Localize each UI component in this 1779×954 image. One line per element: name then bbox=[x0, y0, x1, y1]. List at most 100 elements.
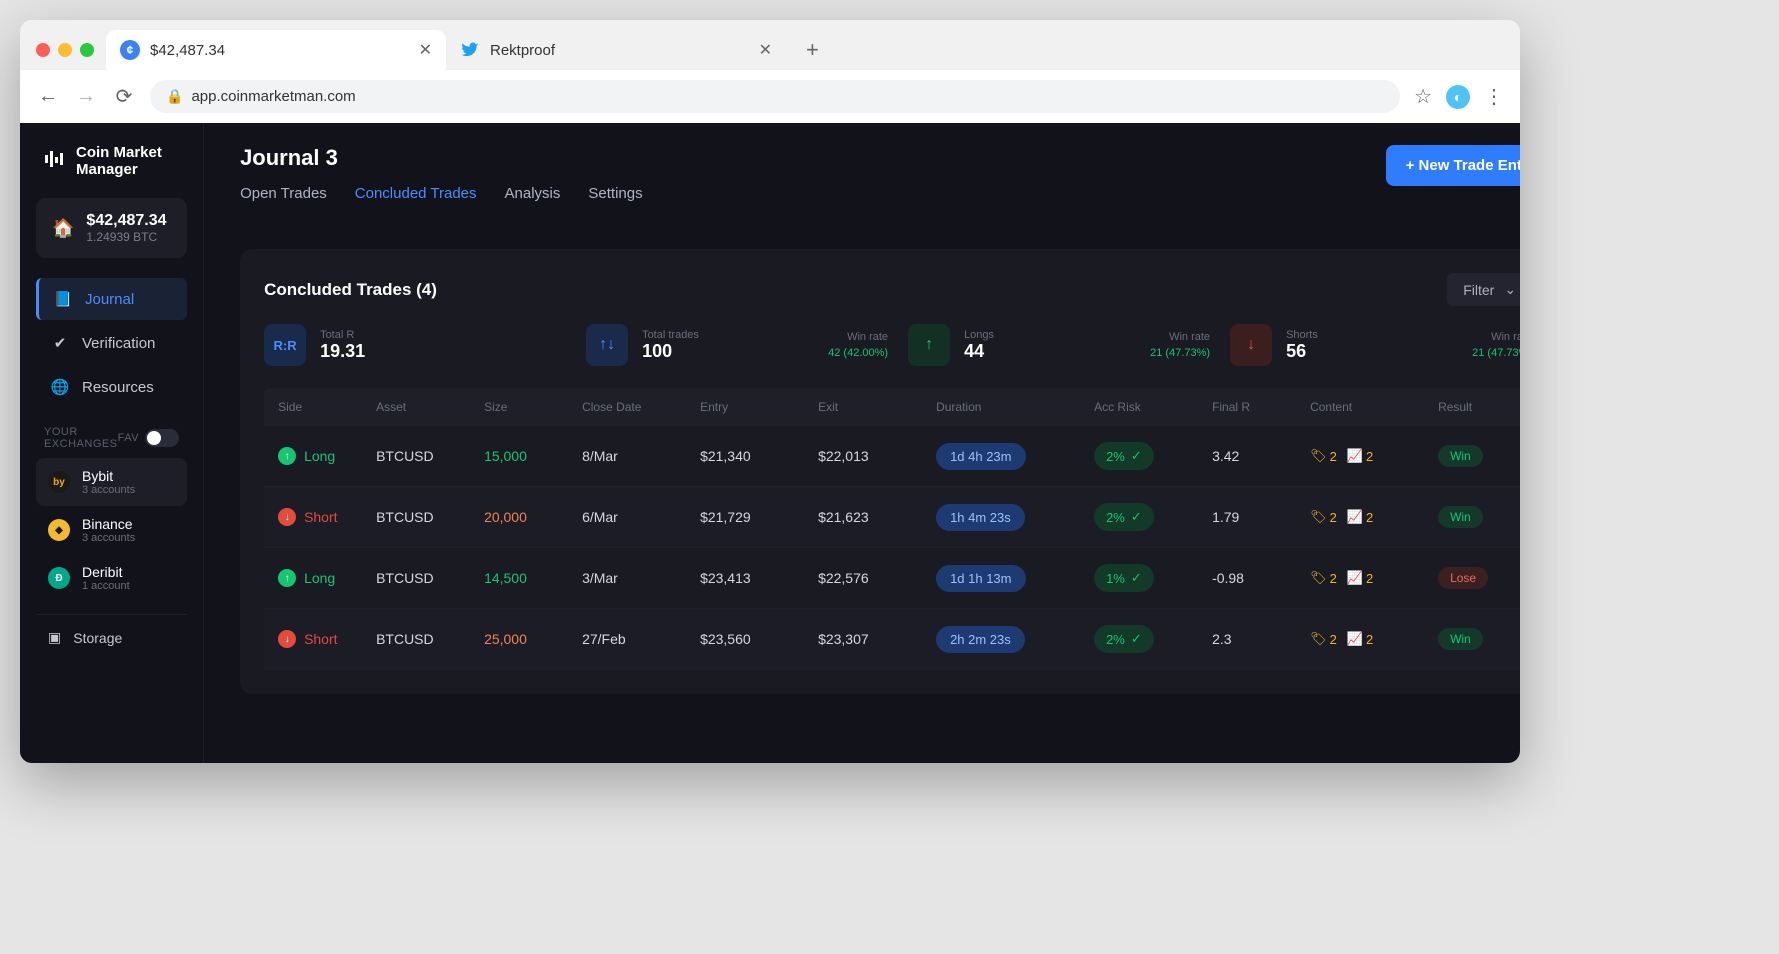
concluded-trades-panel: Concluded Trades (4) Filter ⌄ R:R Total … bbox=[240, 249, 1520, 694]
exit-cell: $23,307 bbox=[818, 631, 928, 647]
side-cell: ↓ Short bbox=[278, 508, 368, 526]
new-tab-button[interactable]: + bbox=[786, 37, 839, 63]
table-row[interactable]: ↑ Long BTCUSD 14,500 3/Mar $23,413 $22,5… bbox=[264, 548, 1520, 609]
content-cell: 🏷 2 📈 2 bbox=[1310, 570, 1430, 586]
balance-crypto: 1.24939 BTC bbox=[86, 230, 166, 244]
exit-cell: $21,623 bbox=[818, 509, 928, 525]
tab-title: Rektproof bbox=[490, 42, 749, 59]
close-window-button[interactable] bbox=[36, 43, 50, 57]
browser-tab-active[interactable]: ¢ $42,487.34 ✕ bbox=[106, 30, 446, 70]
sidebar-item-journal[interactable]: 📘 Journal bbox=[36, 278, 187, 320]
balance-fiat: $42,487.34 bbox=[86, 212, 166, 230]
balance-card[interactable]: 🏠 $42,487.34 1.24939 BTC bbox=[36, 198, 187, 258]
rr-icon: R:R bbox=[264, 324, 306, 366]
col-entry: Entry bbox=[700, 400, 810, 414]
col-acc-risk: Acc Risk bbox=[1094, 400, 1204, 414]
tabs-row: Open Trades Concluded Trades Analysis Se… bbox=[240, 185, 643, 209]
tab-open-trades[interactable]: Open Trades bbox=[240, 185, 327, 208]
deribit-icon: Ð bbox=[48, 567, 70, 589]
arrow-down-icon: ↓ bbox=[278, 508, 296, 526]
brand-logo-icon bbox=[42, 147, 66, 176]
result-cell: Win bbox=[1438, 628, 1518, 650]
back-button[interactable]: ← bbox=[36, 85, 60, 108]
exit-cell: $22,013 bbox=[818, 448, 928, 464]
maximize-window-button[interactable] bbox=[80, 43, 94, 57]
bookmark-icon[interactable]: ☆ bbox=[1414, 84, 1432, 109]
result-cell: Win bbox=[1438, 445, 1518, 467]
filter-button[interactable]: Filter ⌄ bbox=[1447, 273, 1520, 306]
col-result: Result bbox=[1438, 400, 1518, 414]
sidebar-item-resources[interactable]: 🌐 Resources bbox=[36, 366, 187, 408]
size-cell: 20,000 bbox=[484, 509, 574, 525]
sidebar-item-label: Journal bbox=[85, 291, 134, 308]
final-r-cell: 1.79 bbox=[1212, 509, 1302, 525]
journal-icon: 📘 bbox=[53, 290, 73, 308]
risk-cell: 2% ✓ bbox=[1094, 442, 1204, 470]
close-date-cell: 6/Mar bbox=[582, 509, 692, 525]
fav-toggle[interactable]: FAV bbox=[118, 429, 179, 447]
asset-cell: BTCUSD bbox=[376, 448, 476, 464]
check-icon: ✓ bbox=[1131, 509, 1142, 525]
risk-cell: 1% ✓ bbox=[1094, 564, 1204, 592]
tag-icon: 🏷 bbox=[1310, 448, 1327, 464]
close-date-cell: 27/Feb bbox=[582, 631, 692, 647]
minimize-window-button[interactable] bbox=[58, 43, 72, 57]
arrow-up-icon: ↑ bbox=[908, 324, 950, 366]
main-content: Journal 3 Open Trades Concluded Trades A… bbox=[204, 123, 1520, 763]
stat-total-trades: ↑↓ Total trades 100 Win rate 42 (42.00%) bbox=[586, 324, 888, 366]
forward-button[interactable]: → bbox=[74, 85, 98, 108]
size-cell: 25,000 bbox=[484, 631, 574, 647]
toggle-switch[interactable] bbox=[145, 429, 179, 447]
col-content: Content bbox=[1310, 400, 1430, 414]
close-tab-icon[interactable]: ✕ bbox=[419, 40, 432, 60]
stat-longs: ↑ Longs 44 Win rate 21 (47.73%) bbox=[908, 324, 1210, 366]
final-r-cell: 3.42 bbox=[1212, 448, 1302, 464]
new-trade-entry-button[interactable]: + New Trade Entry bbox=[1386, 145, 1520, 186]
sidebar-item-storage[interactable]: ▣ Storage bbox=[36, 614, 187, 646]
table-row[interactable]: ↓ Short BTCUSD 25,000 27/Feb $23,560 $23… bbox=[264, 609, 1520, 670]
check-circle-icon: ✔ bbox=[50, 334, 70, 352]
final-r-cell: -0.98 bbox=[1212, 570, 1302, 586]
col-duration: Duration bbox=[936, 400, 1086, 414]
arrow-down-icon: ↓ bbox=[278, 630, 296, 648]
exchange-item-binance[interactable]: ◆ Binance 3 accounts bbox=[36, 506, 187, 554]
tab-concluded-trades[interactable]: Concluded Trades bbox=[355, 185, 477, 208]
browser-menu-icon[interactable]: ⋮ bbox=[1484, 84, 1504, 109]
chart-icon: 📈 bbox=[1347, 448, 1363, 464]
page-title: Journal 3 bbox=[240, 145, 643, 171]
brand: Coin Market Manager bbox=[36, 145, 187, 178]
trades-table: Side Asset Size Close Date Entry Exit Du… bbox=[264, 388, 1520, 670]
tag-icon: 🏷 bbox=[1310, 509, 1327, 525]
asset-cell: BTCUSD bbox=[376, 570, 476, 586]
favicon-cmm: ¢ bbox=[120, 40, 140, 60]
check-icon: ✓ bbox=[1131, 448, 1142, 464]
col-asset: Asset bbox=[376, 400, 476, 414]
content-cell: 🏷 2 📈 2 bbox=[1310, 448, 1430, 464]
tab-analysis[interactable]: Analysis bbox=[505, 185, 561, 208]
tab-settings[interactable]: Settings bbox=[588, 185, 642, 208]
globe-icon: 🌐 bbox=[50, 378, 70, 396]
sidebar-item-verification[interactable]: ✔ Verification bbox=[36, 322, 187, 364]
exchange-item-bybit[interactable]: by Bybit 3 accounts bbox=[36, 458, 187, 506]
close-tab-icon[interactable]: ✕ bbox=[759, 40, 772, 60]
exchange-item-deribit[interactable]: Ð Deribit 1 account bbox=[36, 554, 187, 602]
reload-button[interactable]: ⟳ bbox=[112, 84, 136, 109]
close-date-cell: 3/Mar bbox=[582, 570, 692, 586]
side-cell: ↑ Long bbox=[278, 569, 368, 587]
table-row[interactable]: ↑ Long BTCUSD 15,000 8/Mar $21,340 $22,0… bbox=[264, 426, 1520, 487]
address-bar[interactable]: 🔒 app.coinmarketman.com bbox=[150, 80, 1400, 113]
side-cell: ↑ Long bbox=[278, 447, 368, 465]
entry-cell: $21,729 bbox=[700, 509, 810, 525]
sidebar-item-label: Resources bbox=[82, 379, 154, 396]
table-header-row: Side Asset Size Close Date Entry Exit Du… bbox=[264, 388, 1520, 426]
check-icon: ✓ bbox=[1131, 570, 1142, 586]
risk-cell: 2% ✓ bbox=[1094, 625, 1204, 653]
asset-cell: BTCUSD bbox=[376, 631, 476, 647]
asset-cell: BTCUSD bbox=[376, 509, 476, 525]
browser-tab-inactive[interactable]: Rektproof ✕ bbox=[446, 30, 786, 70]
extension-icon[interactable]: ◐ bbox=[1446, 85, 1470, 109]
table-row[interactable]: ↓ Short BTCUSD 20,000 6/Mar $21,729 $21,… bbox=[264, 487, 1520, 548]
tag-icon: 🏷 bbox=[1310, 570, 1327, 586]
arrow-up-icon: ↑ bbox=[278, 569, 296, 587]
entry-cell: $23,560 bbox=[700, 631, 810, 647]
